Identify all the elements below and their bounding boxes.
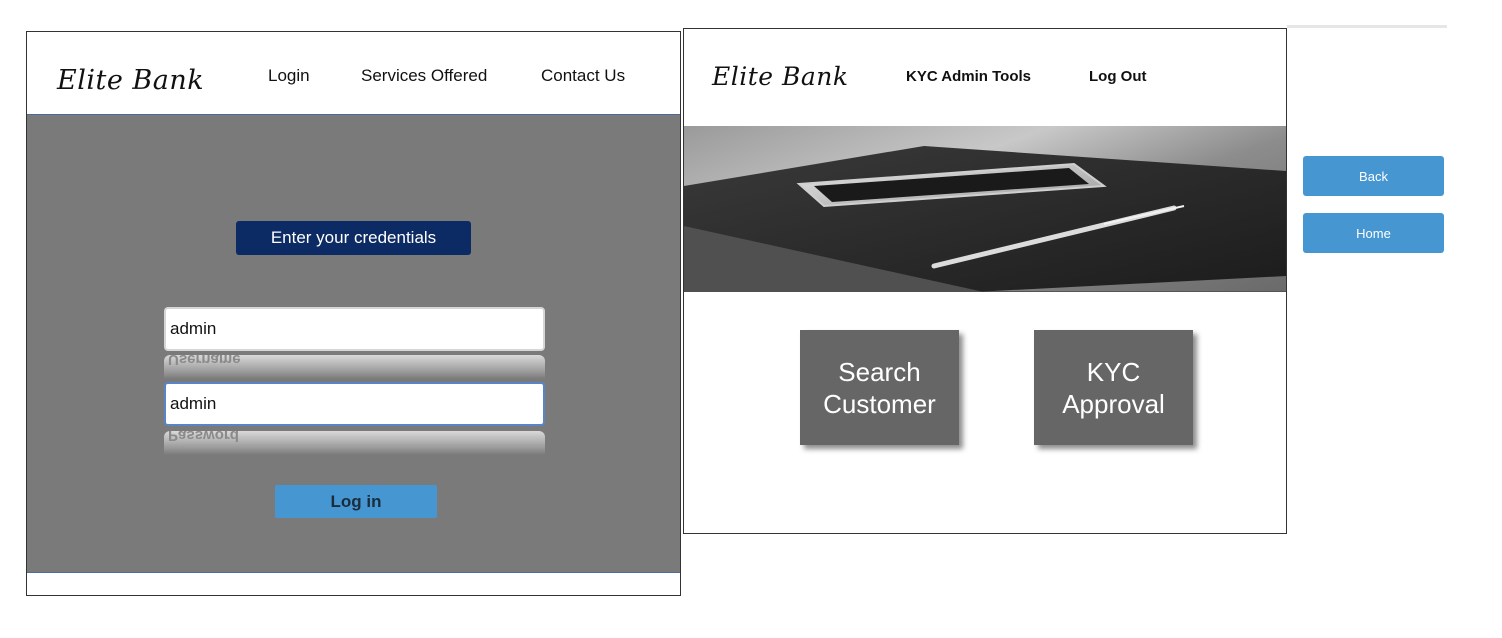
username-reflection: Username [164, 355, 545, 379]
password-input[interactable] [164, 382, 545, 426]
login-header: Elite Bank Login Services Offered Contac… [27, 32, 680, 114]
brand-logo: Elite Bank [57, 65, 205, 96]
password-reflection: Password [164, 431, 545, 455]
nav-services-offered[interactable]: Services Offered [361, 66, 487, 86]
home-button[interactable]: Home [1303, 213, 1444, 253]
login-form-area: Enter your credentials Username Password… [27, 114, 680, 573]
search-customer-tile[interactable]: Search Customer [800, 330, 959, 445]
back-button[interactable]: Back [1303, 156, 1444, 196]
credentials-banner: Enter your credentials [236, 221, 471, 255]
phone-notebook-pen-photo [684, 146, 1286, 292]
kyc-approval-tile[interactable]: KYC Approval [1034, 330, 1193, 445]
admin-header: Elite Bank KYC Admin Tools Log Out [684, 29, 1286, 126]
brand-logo: Elite Bank [712, 62, 849, 91]
hero-image [684, 126, 1286, 292]
username-input[interactable] [164, 307, 545, 351]
nav-log-out[interactable]: Log Out [1089, 68, 1146, 85]
admin-page-mockup: Elite Bank KYC Admin Tools Log Out Searc… [683, 28, 1287, 534]
nav-login[interactable]: Login [268, 66, 310, 86]
divider [1287, 25, 1447, 28]
login-button[interactable]: Log in [275, 485, 437, 518]
nav-kyc-admin-tools[interactable]: KYC Admin Tools [906, 68, 1031, 85]
nav-contact-us[interactable]: Contact Us [541, 66, 625, 86]
login-page-mockup: Elite Bank Login Services Offered Contac… [26, 31, 681, 596]
